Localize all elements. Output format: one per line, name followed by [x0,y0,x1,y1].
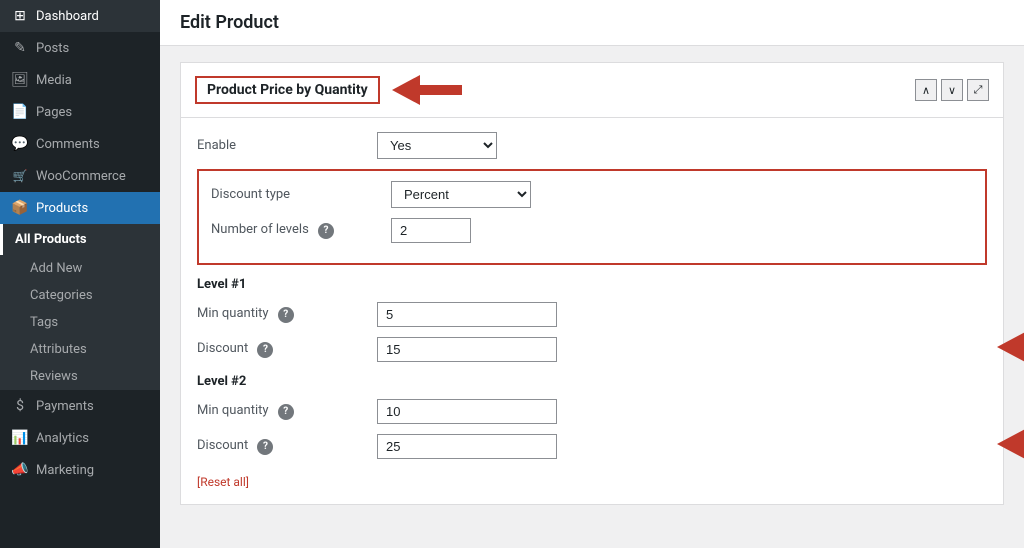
main-content: Edit Product Product Price by Quantity ∧… [160,0,1024,548]
sidebar-item-label: Marketing [36,463,94,478]
main-body: Product Price by Quantity ∧ ∨ ⤢ Ena [160,46,1024,533]
sidebar-item-posts[interactable]: ✎ Posts [0,32,160,64]
num-levels-value: 2 [391,218,591,243]
panel-collapse-down-button[interactable]: ∨ [941,79,963,101]
sidebar-item-label: Payments [36,399,94,414]
sidebar-item-marketing[interactable]: 📣 Marketing [0,454,160,486]
discount-type-value: Percent Fixed [391,181,591,208]
level2-min-qty-label: Min quantity ? [197,403,377,420]
level1-discount-label: Discount ? [197,341,377,358]
level1-section: Level #1 Min quantity ? 5 Discount [197,277,987,362]
sidebar-item-label: Dashboard [36,9,99,24]
level2-discount-help-icon[interactable]: ? [257,439,273,455]
level2-fields: Min quantity ? 10 Discount ? 25 [197,399,987,459]
sidebar-item-label: Comments [36,137,100,152]
enable-field-row: Enable Yes No [197,132,987,159]
level2-arrow-icon [997,419,1024,469]
level1-title: Level #1 [197,277,987,292]
discount-type-field-row: Discount type Percent Fixed [211,181,973,208]
posts-icon: ✎ [12,40,28,56]
comments-icon: 💬 [12,136,28,152]
enable-label: Enable [197,138,377,153]
sidebar-item-comments[interactable]: 💬 Comments [0,128,160,160]
panel-expand-button[interactable]: ⤢ [967,79,989,101]
sidebar-item-products[interactable]: 📦 Products [0,192,160,224]
ppq-panel-header: Product Price by Quantity ∧ ∨ ⤢ [181,63,1003,118]
level2-section: Level #2 Min quantity ? 10 Discount [197,374,987,459]
sidebar-item-all-products[interactable]: All Products [0,224,160,255]
sidebar: ⊞ Dashboard ✎ Posts 🖼 Media 📄 Pages 💬 Co… [0,0,160,548]
sidebar-item-label: Media [36,73,72,88]
sidebar-item-attributes[interactable]: Attributes [0,336,160,363]
level2-min-qty-row: Min quantity ? 10 [197,399,987,424]
level1-min-qty-row: Min quantity ? 5 [197,302,987,327]
discount-levels-section: Discount type Percent Fixed Number of le… [197,169,987,265]
level1-fields: Min quantity ? 5 Discount ? 15 [197,302,987,362]
sidebar-item-payments[interactable]: $ Payments [0,390,160,422]
level2-discount-input[interactable]: 25 [377,434,557,459]
level2-min-qty-input[interactable]: 10 [377,399,557,424]
ppq-title: Product Price by Quantity [195,76,380,104]
level1-discount-help-icon[interactable]: ? [257,342,273,358]
page-title: Edit Product [160,0,1024,46]
ppq-panel-body: Enable Yes No Discount type P [181,118,1003,504]
num-levels-help-icon[interactable]: ? [318,223,334,239]
sidebar-item-analytics[interactable]: 📊 Analytics [0,422,160,454]
sidebar-item-label: Products [36,201,88,216]
level1-arrow-icon [997,322,1024,372]
num-levels-label: Number of levels ? [211,222,391,239]
sidebar-item-dashboard[interactable]: ⊞ Dashboard [0,0,160,32]
sidebar-item-pages[interactable]: 📄 Pages [0,96,160,128]
pages-icon: 📄 [12,104,28,120]
num-levels-field-row: Number of levels ? 2 [211,218,973,243]
sidebar-item-woocommerce[interactable]: 🛒 WooCommerce [0,160,160,192]
level2-discount-label: Discount ? [197,438,377,455]
level1-discount-input[interactable]: 15 [377,337,557,362]
level2-title: Level #2 [197,374,987,389]
arrow-left-icon [392,73,462,107]
level1-min-qty-input[interactable]: 5 [377,302,557,327]
level2-discount-row: Discount ? 25 [197,434,987,459]
reset-all-link[interactable]: [Reset all] [197,475,249,489]
discount-type-label: Discount type [211,187,391,202]
sidebar-item-categories[interactable]: Categories [0,282,160,309]
ppq-header-left: Product Price by Quantity [195,73,462,107]
payments-icon: $ [12,398,28,414]
level1-discount-row: Discount ? 15 [197,337,987,362]
sidebar-item-label: Posts [36,41,69,56]
sidebar-item-label: WooCommerce [36,169,126,184]
marketing-icon: 📣 [12,462,28,478]
sidebar-item-media[interactable]: 🖼 Media [0,64,160,96]
level1-min-qty-help-icon[interactable]: ? [278,307,294,323]
enable-select[interactable]: Yes No [377,132,497,159]
ppq-panel-controls: ∧ ∨ ⤢ [915,79,989,101]
sidebar-item-tags[interactable]: Tags [0,309,160,336]
enable-value: Yes No [377,132,577,159]
sidebar-item-label: Analytics [36,431,89,446]
ppq-panel: Product Price by Quantity ∧ ∨ ⤢ Ena [180,62,1004,505]
sidebar-item-reviews[interactable]: Reviews [0,363,160,390]
panel-collapse-up-button[interactable]: ∧ [915,79,937,101]
discount-type-select[interactable]: Percent Fixed [391,181,531,208]
products-icon: 📦 [12,200,28,216]
media-icon: 🖼 [12,72,28,88]
dashboard-icon: ⊞ [12,8,28,24]
num-levels-input[interactable]: 2 [391,218,471,243]
level2-min-qty-help-icon[interactable]: ? [278,404,294,420]
sidebar-item-add-new[interactable]: Add New [0,255,160,282]
sidebar-item-label: Pages [36,105,72,120]
woocommerce-icon: 🛒 [12,168,28,184]
analytics-icon: 📊 [12,430,28,446]
products-submenu: All Products Add New Categories Tags Att… [0,224,160,390]
level1-min-qty-label: Min quantity ? [197,306,377,323]
